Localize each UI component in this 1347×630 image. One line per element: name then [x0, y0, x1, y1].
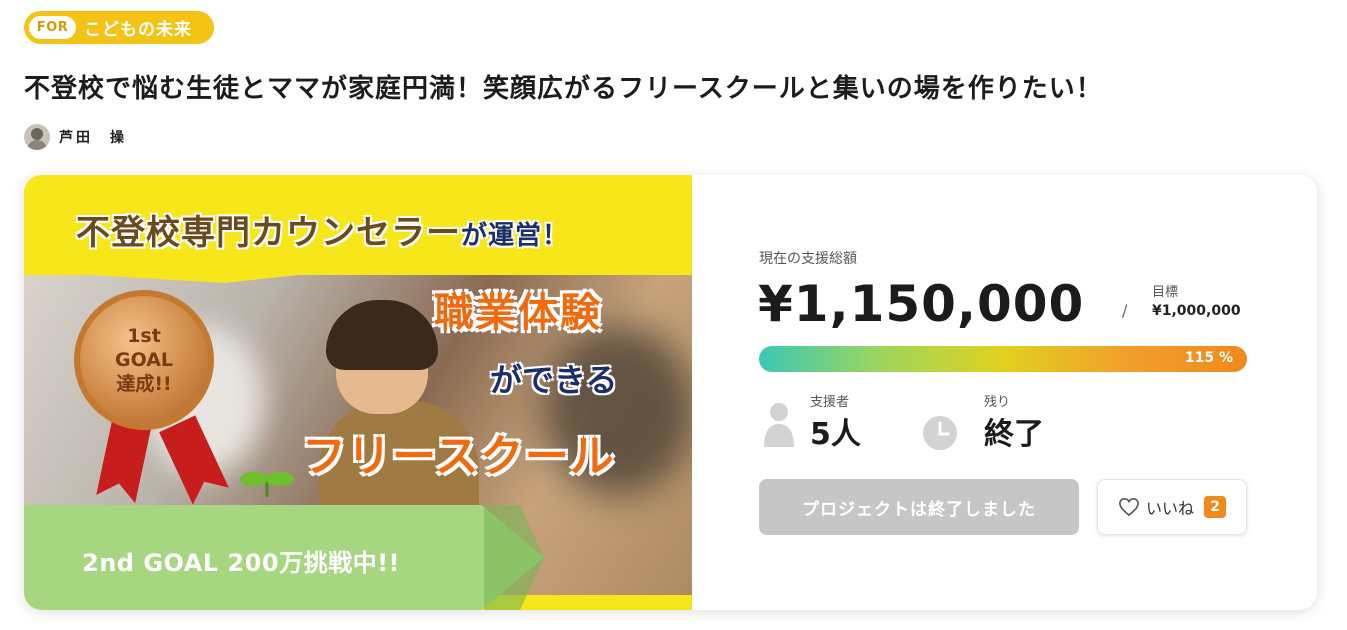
author-name: 芦田 操: [59, 130, 127, 146]
category-badge[interactable]: FOR こどもの未来: [24, 11, 214, 44]
medal-badge: 1st GOAL 達成!!: [74, 290, 214, 430]
author-link[interactable]: 芦田 操: [24, 124, 127, 150]
like-count-badge: 2: [1204, 496, 1226, 518]
image-headline: 不登校専門カウンセラーが運営！: [76, 205, 569, 254]
project-image: 不登校専門カウンセラーが運営！ 職業体験 ができる フリースクール 1st GO…: [24, 175, 692, 610]
stats-panel: 現在の支援総額 ¥1,150,000 / 目標 ¥1,000,000 115 %…: [692, 175, 1317, 610]
project-card: 不登校専門カウンセラーが運営！ 職業体験 ができる フリースクール 1st GO…: [24, 175, 1317, 610]
image-keyword-2: ができる: [490, 361, 618, 399]
progress-bar: 115 %: [759, 346, 1247, 372]
goal-separator: /: [1122, 301, 1128, 320]
goal-banner-text: 2nd GOAL 200万挑戦中!!: [82, 549, 400, 577]
goal-label: 目標: [1152, 285, 1179, 300]
remaining-label: 残り: [984, 395, 1011, 410]
image-keyword-1: 職業体験: [434, 290, 602, 336]
progress-percent: 115 %: [1184, 350, 1233, 366]
clock-icon: [923, 416, 957, 450]
image-headline-main: 不登校専門カウンセラー: [76, 213, 461, 253]
total-amount: ¥1,150,000: [758, 275, 1085, 333]
image-headline-sub: が運営！: [461, 221, 570, 251]
medal-line-3: 達成!!: [116, 373, 172, 395]
project-ended-button[interactable]: プロジェクトは終了しました: [759, 479, 1079, 535]
category-name: こどもの未来: [84, 20, 192, 40]
like-label: いいね: [1145, 499, 1194, 518]
total-label: 現在の支援総額: [759, 251, 857, 267]
heart-icon: [1119, 497, 1139, 517]
medal-line-2: GOAL: [114, 349, 174, 371]
user-icon: [764, 403, 794, 447]
supporters-value: 5人: [810, 417, 861, 452]
like-button[interactable]: いいね 2: [1097, 479, 1247, 535]
medal-line-1: 1st: [127, 325, 161, 347]
supporters-label: 支援者: [810, 395, 850, 410]
remaining-value: 終了: [984, 417, 1044, 452]
image-keyword-3: フリースクール: [302, 431, 615, 482]
avatar: [24, 124, 50, 150]
for-label: FOR: [29, 16, 76, 39]
sprout-icon: [240, 472, 294, 497]
goal-amount: ¥1,000,000: [1152, 303, 1241, 319]
project-title: 不登校で悩む生徒とママが家庭円満！笑顔広がるフリースクールと集いの場を作りたい！: [24, 74, 1103, 104]
